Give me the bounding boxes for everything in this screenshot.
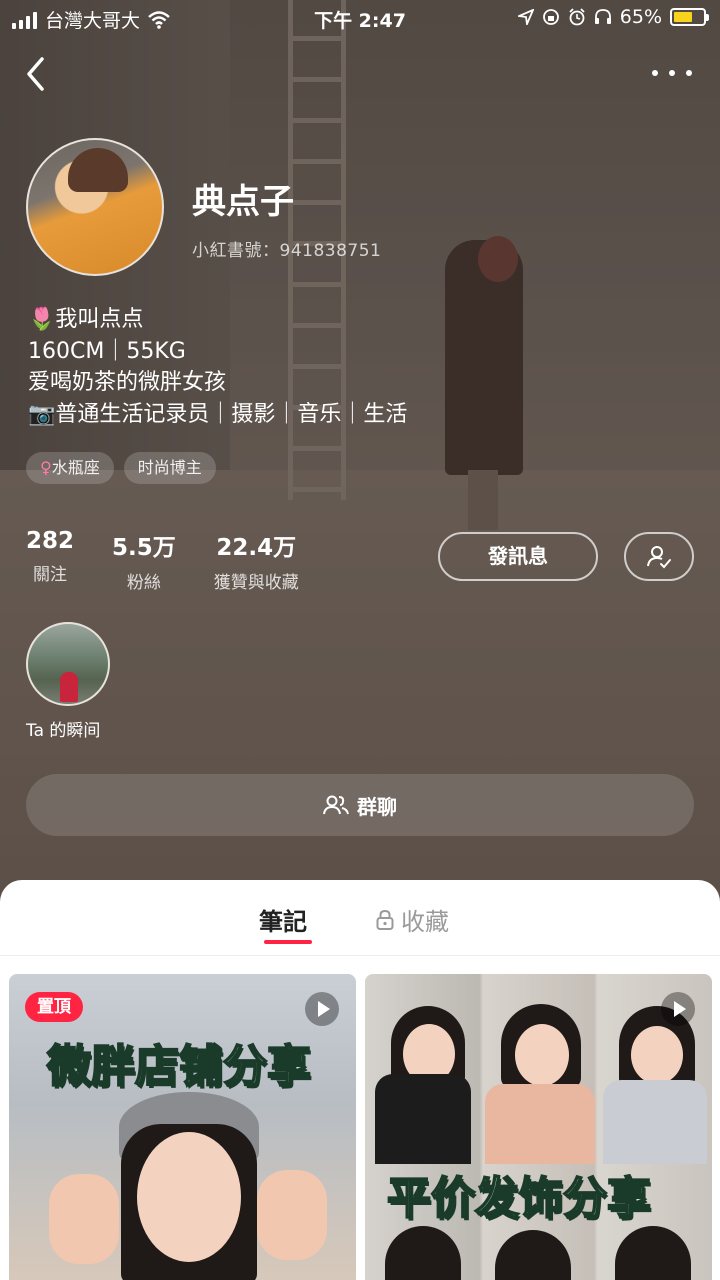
red-id[interactable]: 小紅書號：941838751	[192, 236, 381, 261]
stat-likes[interactable]: 22.4万 獲贊與收藏	[214, 528, 299, 593]
card-image-shirt	[375, 1074, 471, 1164]
card-image-hair	[385, 1226, 461, 1280]
bio-line: 🌷我叫点点	[28, 307, 144, 332]
location-icon	[517, 9, 534, 25]
group-chat-label: 群聊	[357, 794, 397, 819]
active-tab-indicator	[264, 940, 312, 944]
stat-value: 5.5万	[112, 535, 176, 561]
tag-role[interactable]: 时尚博主	[123, 452, 216, 484]
tab-notes[interactable]: 筆記	[259, 902, 307, 937]
back-icon[interactable]	[24, 52, 60, 96]
play-icon	[661, 992, 695, 1026]
bio-line: 爱喝奶茶的微胖女孩	[28, 370, 227, 395]
profile-stats: 282 關注 5.5万 粉絲 22.4万 獲贊與收藏	[26, 528, 299, 593]
card-title: 平价发饰分享	[386, 1172, 652, 1225]
alarm-icon	[569, 8, 585, 26]
moment-label: Ta 的瞬间	[26, 721, 101, 741]
card-image-hand	[257, 1170, 327, 1260]
card-image-face	[137, 1132, 241, 1262]
card-image-hair	[495, 1230, 571, 1280]
avatar[interactable]	[26, 138, 164, 276]
moment-thumbnail[interactable]	[26, 622, 110, 706]
profile-name: 典点子	[192, 182, 294, 222]
stat-value: 282	[26, 528, 75, 554]
tag-zodiac[interactable]: ♀水瓶座	[26, 452, 114, 484]
profile-tags: ♀水瓶座 时尚博主	[26, 452, 216, 484]
stat-followers[interactable]: 5.5万 粉絲	[112, 528, 176, 593]
stat-value: 22.4万	[216, 535, 297, 561]
female-icon: ♀	[40, 458, 52, 477]
card-image-face	[631, 1026, 683, 1084]
follow-button[interactable]	[624, 532, 694, 581]
stat-following[interactable]: 282 關注	[26, 528, 74, 593]
bio-line: 160CM｜55KG	[28, 338, 186, 364]
tab-favorites[interactable]: 收藏	[375, 902, 449, 937]
headphones-icon	[594, 9, 611, 24]
message-button[interactable]: 發訊息	[438, 532, 598, 581]
card-title: 微胖店铺分享	[46, 1040, 312, 1093]
battery-icon	[670, 8, 709, 26]
tab-favorites-label: 收藏	[401, 908, 449, 936]
follow-check-icon	[647, 545, 671, 568]
bio-line: 📷普通生活记录员｜摄影｜音乐｜生活	[28, 401, 408, 427]
pinned-badge: 置頂	[25, 992, 83, 1022]
stat-label: 關注	[33, 565, 67, 585]
group-chat-button[interactable]: 群聊	[26, 774, 694, 836]
tag-label: 时尚博主	[137, 458, 202, 477]
note-card[interactable]: 置頂 微胖店铺分享	[9, 974, 356, 1280]
rotation-lock-icon	[542, 9, 559, 25]
card-image-hand	[49, 1174, 119, 1264]
profile-bio: 🌷我叫点点 160CM｜55KG 爱喝奶茶的微胖女孩 📷普通生活记录员｜摄影｜音…	[28, 304, 407, 430]
play-icon	[305, 992, 339, 1026]
battery-percent: 65%	[619, 6, 662, 28]
card-image-shirt	[603, 1080, 707, 1164]
content-sheet: 筆記 收藏 置頂 微胖店铺分享 平价发饰分享	[0, 880, 720, 1280]
stat-label: 粉絲	[126, 573, 161, 593]
card-image-face	[515, 1024, 569, 1086]
note-card[interactable]: 平价发饰分享	[365, 974, 712, 1280]
tag-label: 水瓶座	[51, 458, 100, 477]
more-icon[interactable]	[652, 58, 692, 88]
status-bar: 台灣大哥大 下午 2:47 65%	[0, 0, 720, 38]
stat-label: 獲贊與收藏	[213, 573, 299, 593]
background-overlay	[0, 0, 720, 900]
lock-icon	[376, 909, 394, 930]
group-icon	[323, 795, 349, 815]
card-image-shirt	[485, 1084, 595, 1164]
card-image-hair	[615, 1226, 691, 1280]
content-tabs: 筆記 收藏	[0, 880, 720, 956]
